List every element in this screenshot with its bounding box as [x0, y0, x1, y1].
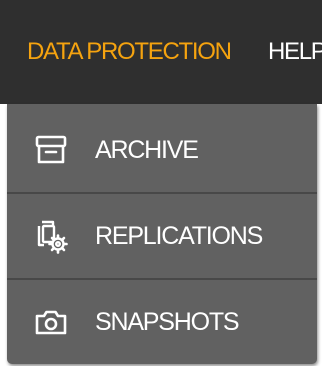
nav-help[interactable]: HELP: [268, 0, 322, 104]
menu-item-label: ARCHIVE: [95, 136, 199, 164]
replication-gear-icon: [33, 218, 69, 254]
menu-item-label: REPLICATIONS: [95, 222, 263, 250]
menu-item-label: SNAPSHOTS: [95, 308, 240, 336]
menu-item-snapshots[interactable]: SNAPSHOTS: [7, 280, 317, 364]
menu-item-replications[interactable]: REPLICATIONS: [7, 194, 317, 278]
nav-data-protection[interactable]: DATA PROTECTION: [27, 0, 232, 104]
top-navigation-bar: DATA PROTECTION HELP: [0, 0, 322, 104]
menu-item-archive[interactable]: ARCHIVE: [7, 108, 317, 192]
data-protection-dropdown-menu: ARCHIVE REPLICATIONS SNAPSHOTS: [7, 104, 317, 364]
camera-icon: [33, 304, 69, 340]
archive-box-icon: [33, 132, 69, 168]
